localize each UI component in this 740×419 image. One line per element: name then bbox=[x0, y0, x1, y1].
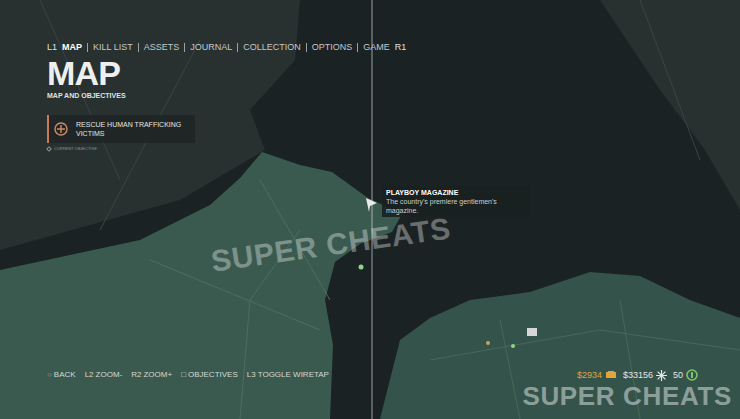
control-key: R2 bbox=[131, 370, 141, 380]
token-icon bbox=[686, 369, 698, 381]
objective-card[interactable]: RESCUE HUMAN TRAFFICKING VICTIMS bbox=[47, 115, 195, 143]
control-hint[interactable]: R2ZOOM+ bbox=[131, 370, 172, 380]
control-hint[interactable]: □OBJECTIVES bbox=[181, 370, 238, 380]
control-label: BACK bbox=[54, 370, 76, 380]
page-title: MAP bbox=[47, 55, 698, 91]
nav-tab[interactable]: GAME bbox=[363, 42, 390, 53]
tooltip-text: The country's premiere gentlemen's magaz… bbox=[386, 197, 514, 215]
map-tooltip: PLAYBOY MAGAZINEThe country's premiere g… bbox=[382, 186, 530, 217]
nav-tab[interactable]: KILL LIST bbox=[93, 42, 133, 53]
control-key: L2 bbox=[85, 370, 94, 380]
page-subtitle: MAP AND OBJECTIVES bbox=[47, 91, 698, 100]
control-label: OBJECTIVES bbox=[188, 370, 238, 380]
control-label: ZOOM+ bbox=[143, 370, 172, 380]
nav-separator bbox=[138, 43, 139, 52]
nav-separator bbox=[306, 43, 307, 52]
controls-bar: ○BACK L2ZOOM- R2ZOOM+ □OBJECTIVES L3TOGGLE W… bbox=[47, 370, 329, 380]
watermark: SUPER CHEATS bbox=[522, 377, 732, 416]
nav-left-key[interactable]: L1 bbox=[47, 42, 57, 53]
nav-separator bbox=[357, 43, 358, 52]
objective-note: CURRENT OBJECTIVE bbox=[54, 146, 97, 152]
game-map-screen: SUPER CHEATS PLAYBOY MAGAZINEThe country'… bbox=[0, 0, 740, 419]
control-key: ○ bbox=[47, 370, 52, 380]
diamond-icon bbox=[46, 146, 52, 152]
nav-tab[interactable]: COLLECTION bbox=[243, 42, 301, 53]
nav-separator bbox=[237, 43, 238, 52]
control-key: □ bbox=[181, 370, 186, 380]
nav-tab[interactable]: OPTIONS bbox=[312, 42, 353, 53]
tooltip-title: PLAYBOY MAGAZINE bbox=[386, 188, 526, 197]
nav-separator bbox=[184, 43, 185, 52]
stat-value: $33156 bbox=[623, 370, 653, 381]
stat-item: $2934 bbox=[577, 370, 617, 381]
stat-item: 50 bbox=[673, 369, 698, 381]
nav-tab[interactable]: MAP bbox=[62, 42, 82, 53]
control-hint[interactable]: L2ZOOM- bbox=[85, 370, 123, 380]
objective-crosshair-icon bbox=[54, 122, 68, 136]
cash-icon bbox=[605, 370, 617, 380]
stats-bar: $2934 $33156 50 bbox=[577, 369, 698, 381]
influence-icon bbox=[656, 370, 667, 381]
map-pin[interactable] bbox=[511, 344, 515, 348]
nav-tab[interactable]: JOURNAL bbox=[190, 42, 232, 53]
map-pin[interactable] bbox=[486, 341, 490, 345]
stat-value: $2934 bbox=[577, 370, 602, 381]
nav-right-key[interactable]: R1 bbox=[395, 42, 407, 53]
map-pin[interactable] bbox=[359, 265, 364, 270]
stat-item: $33156 bbox=[623, 370, 667, 381]
nav-separator bbox=[87, 43, 88, 52]
safehouse-icon[interactable] bbox=[527, 328, 537, 336]
cursor-icon bbox=[366, 198, 377, 212]
objective-label: RESCUE HUMAN TRAFFICKING VICTIMS bbox=[76, 120, 188, 138]
top-nav: L1 MAP KILL LIST ASSETS JOURNAL COLLECTION OPT… bbox=[47, 42, 698, 53]
nav-tab[interactable]: ASSETS bbox=[144, 42, 180, 53]
control-label: TOGGLE WIRETAP bbox=[258, 370, 329, 380]
control-key: L3 bbox=[247, 370, 256, 380]
control-hint[interactable]: L3TOGGLE WIRETAP bbox=[247, 370, 329, 380]
control-label: ZOOM- bbox=[96, 370, 123, 380]
control-hint[interactable]: ○BACK bbox=[47, 370, 76, 380]
stat-value: 50 bbox=[673, 370, 683, 381]
